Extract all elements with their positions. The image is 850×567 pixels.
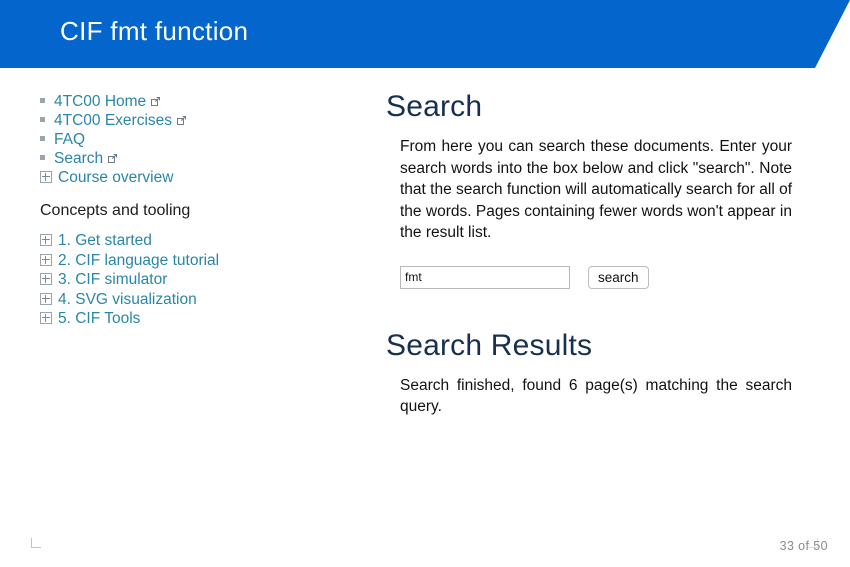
external-link-icon (151, 97, 161, 106)
sidebar: 4TC00 Home 4TC00 Exercises FAQ Search Co… (40, 92, 340, 329)
external-link-icon (177, 116, 187, 125)
sidebar-item-svg-visualization[interactable]: 4. SVG visualization (40, 290, 340, 310)
square-bullet-icon (40, 98, 45, 103)
sidebar-nav-list: 4TC00 Home 4TC00 Exercises FAQ Search Co… (40, 92, 340, 187)
sidebar-item-label: 1. Get started (58, 232, 152, 249)
embedded-screenshot: 4TC00 Home 4TC00 Exercises FAQ Search Co… (0, 68, 850, 548)
sidebar-item-cif-simulator[interactable]: 3. CIF simulator (40, 270, 340, 290)
sidebar-item-course-overview[interactable]: Course overview (40, 168, 340, 187)
sidebar-tree-list: 1. Get started 2. CIF language tutorial … (40, 231, 340, 329)
sidebar-section-label: Concepts and tooling (40, 202, 191, 219)
sidebar-item-cif-language-tutorial[interactable]: 2. CIF language tutorial (40, 251, 340, 271)
sidebar-item-label: FAQ (54, 131, 86, 148)
square-bullet-icon (40, 155, 45, 160)
search-form: search (400, 265, 796, 289)
external-link-icon (108, 154, 118, 163)
sidebar-item-label: 5. CIF Tools (58, 310, 141, 327)
sidebar-item-label: 4TC00 Home (54, 93, 147, 110)
sidebar-item-label: 3. CIF simulator (58, 271, 168, 288)
sidebar-item-label: 2. CIF language tutorial (58, 251, 220, 269)
expand-plus-icon[interactable] (40, 234, 52, 246)
sidebar-item-4tc00-home[interactable]: 4TC00 Home (40, 92, 340, 111)
crop-mark-left (31, 538, 41, 548)
page-title: Search (386, 90, 483, 123)
sidebar-item-get-started[interactable]: 1. Get started (40, 231, 340, 251)
intro-paragraph: From here you can search these documents… (400, 138, 792, 241)
expand-plus-icon[interactable] (40, 273, 52, 285)
sidebar-item-label: 4. SVG visualization (58, 290, 197, 308)
sidebar-item-label: Search (54, 150, 104, 167)
expand-plus-icon[interactable] (40, 171, 52, 183)
sidebar-item-label: 4TC00 Exercises (54, 112, 173, 129)
sidebar-item-label: Course overview (58, 169, 174, 186)
square-bullet-icon (40, 117, 45, 122)
sidebar-item-faq[interactable]: FAQ (40, 130, 340, 149)
sidebar-item-search[interactable]: Search (40, 149, 340, 168)
results-heading: Search Results (386, 328, 593, 362)
results-message: Search finished, found 6 page(s) matchin… (400, 376, 792, 416)
expand-plus-icon[interactable] (40, 292, 52, 305)
sidebar-item-cif-tools[interactable]: 5. CIF Tools (40, 309, 340, 329)
square-bullet-icon (40, 136, 45, 141)
expand-plus-icon[interactable] (40, 312, 52, 324)
expand-plus-icon[interactable] (40, 253, 52, 266)
page-indicator: 33 of 50 (779, 539, 828, 553)
search-input[interactable] (400, 265, 570, 289)
main-content: Search From here you can search these do… (386, 90, 796, 418)
search-button[interactable]: search (588, 265, 649, 289)
sidebar-item-4tc00-exercises[interactable]: 4TC00 Exercises (40, 111, 340, 130)
slide-title: CIF fmt function (60, 16, 249, 46)
